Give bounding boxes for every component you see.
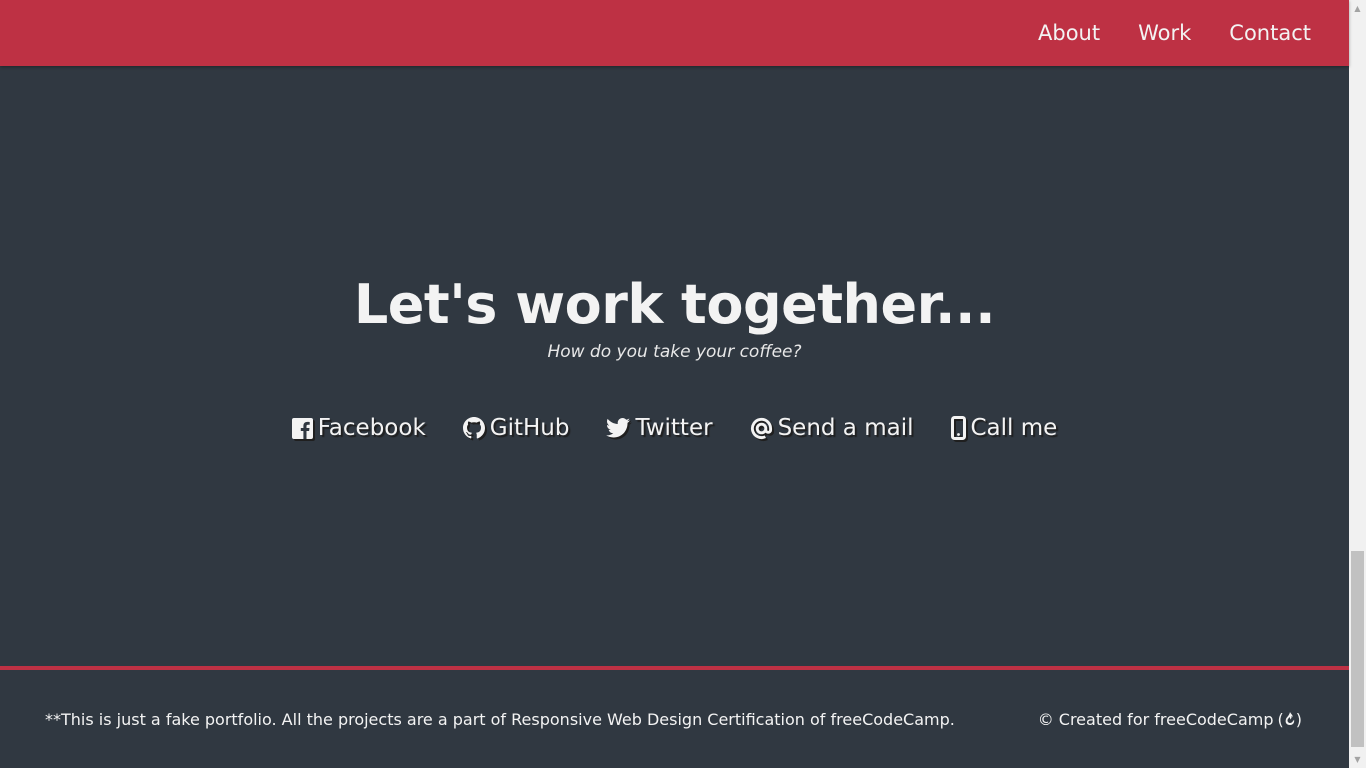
contact-links: Facebook GitHub Twitter Send a mail Call… [0, 410, 1349, 446]
contact-subline: How do you take your coffee? [547, 342, 802, 362]
nav-link-about[interactable]: About [1038, 21, 1100, 45]
page: About Work Contact Let's work together..… [0, 0, 1366, 768]
facebook-link-label: Facebook [317, 415, 426, 441]
facebook-icon [291, 417, 313, 439]
scrollbar-thumb[interactable] [1351, 551, 1364, 747]
call-me-link[interactable]: Call me [950, 410, 1058, 446]
scroll-down-arrow-icon[interactable]: ▼ [1349, 751, 1366, 768]
scroll-up-arrow-icon[interactable]: ▲ [1349, 0, 1366, 17]
contact-section [0, 66, 1349, 666]
send-mail-link-label: Send a mail [777, 415, 914, 441]
nav-link-work[interactable]: Work [1138, 21, 1191, 45]
call-me-link-label: Call me [970, 415, 1058, 441]
github-icon [462, 417, 485, 439]
twitter-link-label: Twitter [635, 415, 713, 441]
vertical-scrollbar[interactable]: ▲ ▼ [1349, 0, 1366, 768]
contact-headline: Let's work together... [353, 273, 996, 336]
github-link[interactable]: GitHub [462, 410, 570, 446]
footer: **This is just a fake portfolio. All the… [0, 666, 1349, 768]
github-link-label: GitHub [489, 415, 570, 441]
navbar: About Work Contact [0, 0, 1349, 66]
close-paren: ) [1295, 710, 1302, 729]
twitter-icon [606, 418, 631, 438]
nav-links: About Work Contact [1038, 0, 1311, 66]
nav-link-contact[interactable]: Contact [1229, 21, 1311, 45]
freecodecamp-link[interactable]: ( ) [1278, 710, 1303, 729]
facebook-link[interactable]: Facebook [291, 410, 426, 446]
twitter-link[interactable]: Twitter [606, 410, 713, 446]
send-mail-link[interactable]: Send a mail [750, 410, 914, 446]
at-icon [750, 417, 773, 440]
freecodecamp-fire-icon [1284, 710, 1296, 729]
footer-credit: © Created for freeCodeCamp ( ) [1038, 710, 1302, 729]
footer-credit-text: © Created for freeCodeCamp [1037, 710, 1274, 729]
mobile-phone-icon [950, 416, 966, 440]
footer-disclaimer: **This is just a fake portfolio. All the… [45, 710, 955, 729]
